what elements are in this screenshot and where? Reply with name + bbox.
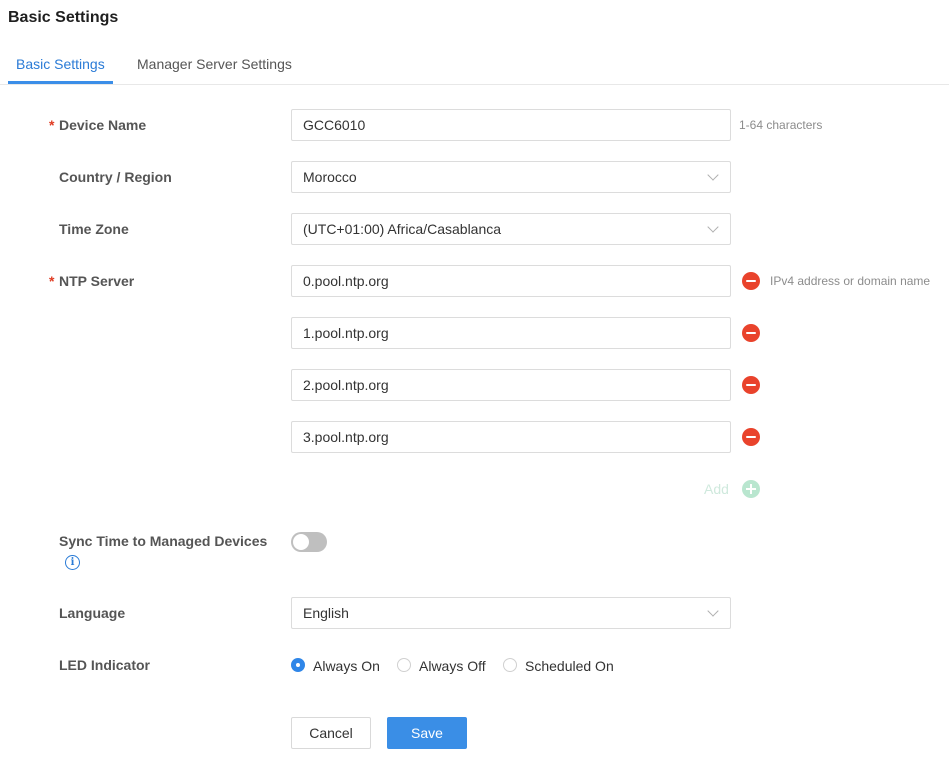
ntp-server-input-2[interactable] <box>292 318 730 348</box>
remove-ntp-server-2-button[interactable] <box>742 324 760 342</box>
ntp-server-label: NTP Server <box>59 273 135 289</box>
add-ntp-server-label[interactable]: Add <box>704 481 729 497</box>
language-label: Language <box>59 605 126 621</box>
time-zone-select[interactable]: (UTC+01:00) Africa/Casablanca <box>291 213 731 245</box>
radio-unchecked-icon <box>397 658 411 672</box>
ntp-server-field-wrapper <box>291 265 731 297</box>
chevron-down-icon <box>707 221 719 233</box>
sync-time-label: Sync Time to Managed Devices <box>59 533 268 549</box>
chevron-down-icon <box>707 605 719 617</box>
active-tab-indicator <box>8 81 113 84</box>
chevron-down-icon <box>707 169 719 181</box>
tab-manager-server-settings[interactable]: Manager Server Settings <box>137 56 292 72</box>
ntp-server-input-3[interactable] <box>292 370 730 400</box>
tab-bar: Basic Settings Manager Server Settings <box>0 50 949 85</box>
info-icon[interactable]: i <box>65 555 80 570</box>
ntp-server-field-wrapper <box>291 317 731 349</box>
device-name-hint: 1-64 characters <box>739 118 823 132</box>
add-ntp-server-button[interactable] <box>742 480 760 498</box>
ntp-server-input-1[interactable] <box>292 266 730 296</box>
toggle-knob <box>293 534 309 550</box>
tab-basic-settings[interactable]: Basic Settings <box>16 56 105 72</box>
remove-ntp-server-1-button[interactable] <box>742 272 760 290</box>
led-option-label: Scheduled On <box>525 658 614 674</box>
radio-unchecked-icon <box>503 658 517 672</box>
required-mark: * <box>49 117 55 133</box>
country-region-select[interactable]: Morocco <box>291 161 731 193</box>
remove-ntp-server-3-button[interactable] <box>742 376 760 394</box>
led-option-label: Always Off <box>419 658 486 674</box>
ntp-server-field-wrapper <box>291 421 731 453</box>
device-name-field-wrapper <box>291 109 731 141</box>
ntp-server-input-4[interactable] <box>292 422 730 452</box>
device-name-label: Device Name <box>59 117 147 133</box>
language-value: English <box>303 605 349 621</box>
time-zone-value: (UTC+01:00) Africa/Casablanca <box>303 221 502 237</box>
ntp-server-hint: IPv4 address or domain name <box>770 274 931 288</box>
page-title: Basic Settings <box>8 9 119 26</box>
required-mark: * <box>49 273 55 289</box>
save-button[interactable]: Save <box>387 717 467 749</box>
remove-ntp-server-4-button[interactable] <box>742 428 760 446</box>
sync-time-toggle[interactable] <box>291 532 327 552</box>
ntp-server-field-wrapper <box>291 369 731 401</box>
language-select[interactable]: English <box>291 597 731 629</box>
led-option-label: Always On <box>313 658 380 674</box>
device-name-input[interactable] <box>292 110 730 140</box>
country-region-value: Morocco <box>303 169 357 185</box>
cancel-button[interactable]: Cancel <box>291 717 371 749</box>
radio-checked-icon <box>291 658 305 672</box>
country-region-label: Country / Region <box>59 169 172 185</box>
time-zone-label: Time Zone <box>59 221 129 237</box>
led-indicator-label: LED Indicator <box>59 657 151 673</box>
